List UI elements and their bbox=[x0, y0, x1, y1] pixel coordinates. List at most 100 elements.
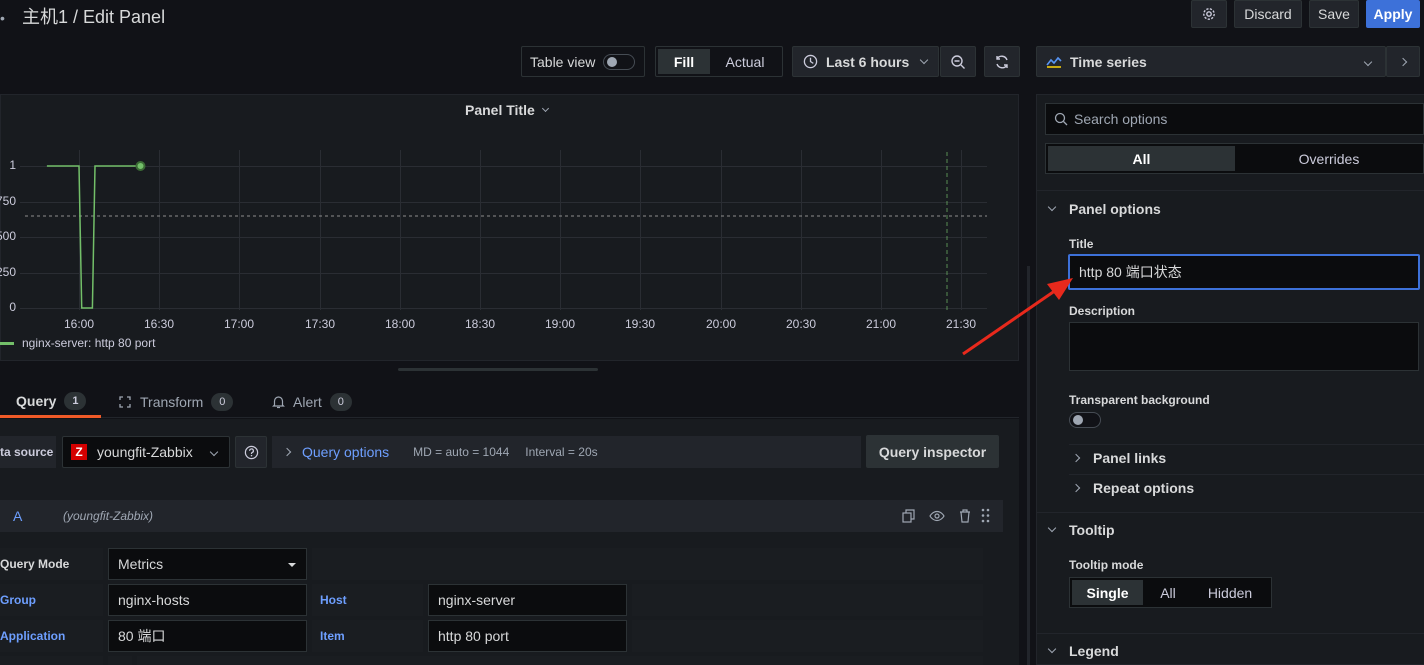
time-range-picker[interactable]: Last 6 hours bbox=[792, 46, 939, 77]
tab-alert-count: 0 bbox=[329, 393, 352, 411]
query-inspector-button[interactable]: Query inspector bbox=[866, 435, 999, 468]
description-textarea[interactable] bbox=[1069, 322, 1419, 371]
item-input[interactable]: http 80 port bbox=[428, 620, 627, 652]
legend-item[interactable]: nginx-server: http 80 port bbox=[0, 336, 155, 350]
duplicate-icon[interactable] bbox=[902, 509, 916, 523]
query-tabs: Query 1 Transform 0 Alert 0 bbox=[0, 386, 1019, 418]
divider bbox=[1069, 444, 1424, 445]
tab-transform-count: 0 bbox=[211, 393, 234, 411]
save-button[interactable]: Save bbox=[1309, 0, 1359, 28]
panel-settings-button[interactable] bbox=[1191, 0, 1227, 28]
query-options-bar[interactable]: Query options MD = auto = 1044 Interval … bbox=[272, 436, 861, 468]
tab-query-count: 1 bbox=[64, 391, 87, 410]
fill-button[interactable]: Fill bbox=[658, 49, 710, 74]
tooltip-mode-all[interactable]: All bbox=[1146, 580, 1190, 605]
chevron-right-icon bbox=[1398, 57, 1408, 66]
host-input[interactable]: nginx-server bbox=[428, 584, 627, 616]
help-button[interactable] bbox=[235, 436, 267, 468]
divider bbox=[1037, 190, 1424, 191]
host-filler bbox=[632, 584, 983, 616]
eye-icon[interactable] bbox=[929, 509, 945, 523]
grid-line-v bbox=[400, 150, 401, 310]
search-icon bbox=[1054, 112, 1068, 126]
x-tick-label: 18:30 bbox=[465, 317, 496, 331]
divider bbox=[1037, 512, 1424, 513]
data-source-picker[interactable]: Z youngfit-Zabbix bbox=[62, 436, 230, 468]
table-view-switch[interactable] bbox=[603, 53, 636, 70]
zabbix-icon: Z bbox=[71, 444, 87, 460]
x-tick-label: 16:30 bbox=[144, 317, 175, 331]
application-input[interactable]: 80 端口 bbox=[108, 620, 307, 652]
tab-alert[interactable]: Alert 0 bbox=[272, 386, 352, 418]
query-ref-id[interactable]: A bbox=[13, 508, 22, 524]
query-mode-value: Metrics bbox=[118, 556, 164, 572]
tooltip-label: Tooltip bbox=[1069, 522, 1115, 538]
application-label: Application bbox=[0, 620, 103, 652]
panel-links-header[interactable]: Panel links bbox=[1071, 450, 1166, 466]
visualization-picker[interactable]: Time series bbox=[1036, 46, 1386, 77]
table-view-toggle[interactable]: Table view bbox=[521, 46, 645, 77]
item-filler bbox=[632, 620, 983, 652]
query-mode-filler bbox=[312, 548, 983, 580]
transform-icon bbox=[119, 396, 131, 408]
max-data-points: MD = auto = 1044 bbox=[413, 445, 510, 459]
grid-line-v bbox=[640, 150, 641, 310]
tooltip-header[interactable]: Tooltip bbox=[1047, 522, 1115, 538]
group-label: Group bbox=[0, 584, 103, 616]
panel-options-header[interactable]: Panel options bbox=[1047, 201, 1161, 217]
x-tick-label: 18:00 bbox=[385, 317, 416, 331]
time-range-label: Last 6 hours bbox=[826, 53, 910, 70]
item-label: Item bbox=[312, 620, 423, 652]
chevron-down-icon bbox=[541, 104, 549, 112]
x-tick-label: 16:00 bbox=[64, 317, 95, 331]
repeat-options-header[interactable]: Repeat options bbox=[1071, 480, 1194, 496]
x-tick-label: 17:00 bbox=[224, 317, 255, 331]
time-series-icon bbox=[1046, 56, 1062, 68]
grid-line-v bbox=[881, 150, 882, 310]
data-source-label: ta source bbox=[0, 436, 56, 468]
legend-section-label: Legend bbox=[1069, 643, 1119, 659]
tab-overrides[interactable]: Overrides bbox=[1236, 146, 1422, 171]
tab-query-label: Query bbox=[16, 392, 57, 409]
back-bullet[interactable]: • bbox=[0, 10, 8, 26]
chevron-right-icon bbox=[282, 447, 292, 457]
next-row-filler bbox=[137, 656, 983, 665]
tooltip-mode-single[interactable]: Single bbox=[1072, 580, 1143, 605]
x-tick-label: 21:30 bbox=[946, 317, 977, 331]
panel-title[interactable]: Panel Title bbox=[465, 102, 549, 118]
tooltip-mode-hidden[interactable]: Hidden bbox=[1192, 580, 1268, 605]
title-input-value: http 80 端口状态 bbox=[1079, 264, 1182, 280]
transparent-toggle[interactable] bbox=[1069, 412, 1101, 428]
zoom-out-button[interactable] bbox=[940, 46, 976, 77]
legend-header[interactable]: Legend bbox=[1047, 643, 1119, 659]
tab-transform[interactable]: Transform 0 bbox=[118, 386, 234, 418]
resize-handle[interactable] bbox=[398, 368, 598, 371]
grid-line-h bbox=[20, 202, 987, 203]
tab-query[interactable]: Query 1 bbox=[0, 386, 101, 418]
search-options-placeholder: Search options bbox=[1074, 111, 1168, 127]
apply-button[interactable]: Apply bbox=[1366, 0, 1420, 28]
title-input[interactable]: http 80 端口状态 bbox=[1068, 254, 1420, 290]
grid-line-h bbox=[20, 237, 987, 238]
search-options-input[interactable]: Search options bbox=[1045, 103, 1424, 135]
legend-swatch bbox=[0, 341, 14, 345]
drag-handle-icon[interactable] bbox=[981, 508, 991, 523]
gear-icon bbox=[1203, 8, 1215, 20]
page-title: 主机1 / Edit Panel bbox=[22, 7, 166, 27]
tab-all[interactable]: All bbox=[1048, 146, 1235, 171]
discard-button[interactable]: Discard bbox=[1234, 0, 1302, 28]
pane-splitter[interactable] bbox=[1027, 266, 1030, 665]
grid-line-h bbox=[20, 273, 987, 274]
query-mode-select[interactable]: Metrics bbox=[108, 548, 307, 580]
x-tick-label: 20:30 bbox=[786, 317, 817, 331]
y-tick-label: 500 bbox=[0, 229, 16, 243]
y-tick-label: 250 bbox=[0, 265, 16, 279]
collapse-options-button[interactable] bbox=[1386, 46, 1420, 77]
fill-actual-group: Fill Actual bbox=[655, 46, 783, 77]
group-input[interactable]: nginx-hosts bbox=[108, 584, 307, 616]
refresh-button[interactable] bbox=[984, 46, 1020, 77]
tab-alert-label: Alert bbox=[293, 394, 322, 410]
actual-button[interactable]: Actual bbox=[710, 49, 780, 74]
trash-icon[interactable] bbox=[958, 508, 972, 523]
grid-line-v bbox=[560, 150, 561, 310]
